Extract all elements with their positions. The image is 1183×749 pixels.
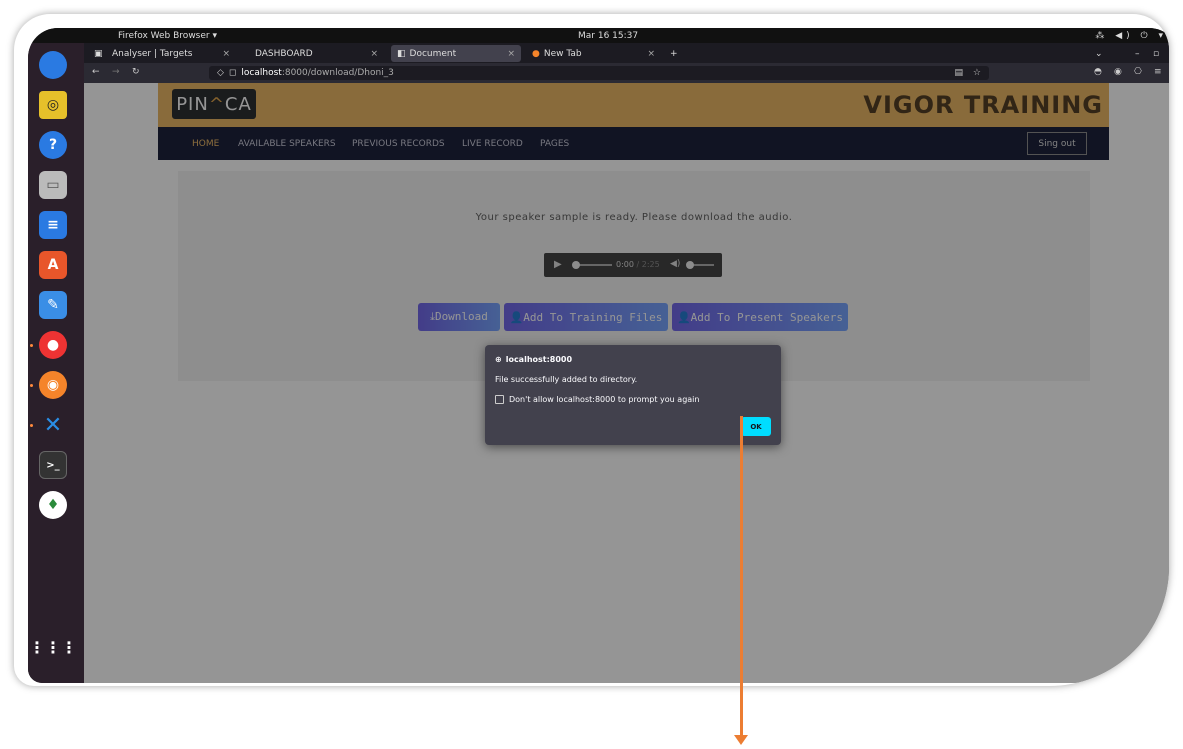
files-icon[interactable]: ▭ — [39, 171, 67, 199]
extensions-icon[interactable]: ⎔ — [1134, 67, 1142, 77]
account-icon[interactable]: ◉ — [1114, 67, 1122, 77]
reader-view-icon[interactable]: ▤ — [954, 68, 963, 78]
prompt-dialog: ⊕ localhost:8000 File successfully added… — [485, 345, 781, 445]
tab-new-tab[interactable]: ● New Tab × — [526, 45, 661, 62]
close-window-icon[interactable]: ✖ — [1166, 45, 1169, 62]
chrome-icon[interactable]: ● — [39, 331, 67, 359]
firefox-tab-icon: ● — [532, 48, 540, 59]
system-tray[interactable]: ⁂ ◀) ⏻ ▾ — [1095, 31, 1167, 41]
mongodb-compass-icon[interactable]: ♦ — [39, 491, 67, 519]
tab-dashboard[interactable]: DASHBOARD × — [249, 45, 384, 62]
globe-icon: ⊕ — [495, 355, 502, 364]
tab-label: Analyser | Targets — [112, 48, 193, 59]
url-path: :8000/download/Dhoni_3 — [281, 68, 394, 78]
ok-button[interactable]: OK — [741, 417, 771, 436]
page-info-icon[interactable]: ◻ — [229, 68, 236, 78]
annotation-arrow-head — [734, 735, 748, 745]
tab-bar: ▣ Analyser | Targets × DASHBOARD × ◧ Doc… — [84, 43, 1169, 63]
terminal-icon[interactable]: >_ — [39, 451, 67, 479]
maximize-icon[interactable]: ▫ — [1147, 45, 1159, 62]
shield-icon: ◇ — [217, 68, 224, 78]
close-tab-icon[interactable]: × — [222, 49, 230, 59]
new-tab-button[interactable]: + — [664, 45, 678, 62]
dialog-message: File successfully added to directory. — [495, 375, 638, 384]
checkbox-label: Don't allow localhost:8000 to prompt you… — [509, 395, 700, 404]
pocket-icon[interactable]: ◓ — [1094, 67, 1102, 77]
address-bar[interactable]: ◇ ◻ localhost :8000/download/Dhoni_3 ▤ ☆ — [209, 66, 989, 80]
close-tab-icon[interactable]: × — [370, 49, 378, 59]
firefox-icon[interactable]: ◉ — [39, 371, 67, 399]
tab-overview-icon[interactable]: ▣ — [88, 45, 103, 62]
screenshot-frame: Firefox Web Browser ▾ Mar 16 15:37 ⁂ ◀) … — [14, 14, 1169, 686]
reload-icon[interactable]: ↻ — [132, 67, 140, 77]
close-tab-icon[interactable]: × — [647, 49, 655, 59]
tab-label: New Tab — [543, 48, 582, 59]
tab-label: Document — [409, 48, 457, 59]
dock: ◎ ? ▭ ≡ A ✎ ● ◉ ✕ >_ ♦ ⋮⋮⋮ — [28, 43, 84, 683]
url-host: localhost — [241, 68, 282, 78]
thunderbird-icon[interactable] — [39, 51, 67, 79]
list-tabs-icon[interactable]: ⌄ — [1089, 45, 1103, 62]
minimize-icon[interactable]: – — [1129, 45, 1140, 62]
help-icon[interactable]: ? — [39, 131, 67, 159]
tab-label: DASHBOARD — [255, 48, 313, 59]
back-icon[interactable]: ← — [92, 67, 100, 77]
vscode-icon[interactable]: ✕ — [39, 411, 67, 439]
show-apps-icon[interactable]: ⋮⋮⋮ — [29, 633, 77, 661]
annotation-arrow-line — [740, 416, 743, 738]
running-indicator — [30, 424, 33, 427]
dialog-origin: localhost:8000 — [505, 355, 573, 364]
clock[interactable]: Mar 16 15:37 — [578, 31, 638, 41]
suppress-prompts-option[interactable]: Don't allow localhost:8000 to prompt you… — [495, 395, 699, 404]
tab-analyser-targets[interactable]: Analyser | Targets × — [106, 45, 236, 62]
tab-document[interactable]: ◧ Document × — [391, 45, 521, 62]
navigation-bar: ← → ↻ ◇ ◻ localhost :8000/download/Dhoni… — [84, 63, 1169, 83]
running-indicator — [30, 344, 33, 347]
menu-icon[interactable]: ≡ — [1154, 67, 1162, 77]
running-indicator — [30, 384, 33, 387]
dialog-title: ⊕ localhost:8000 — [495, 355, 572, 364]
text-editor-icon[interactable]: ✎ — [39, 291, 67, 319]
page-icon: ◧ — [397, 48, 406, 59]
suppress-prompts-checkbox[interactable] — [495, 395, 504, 404]
rhythmbox-icon[interactable]: ◎ — [39, 91, 67, 119]
os-top-bar: Firefox Web Browser ▾ Mar 16 15:37 ⁂ ◀) … — [28, 28, 1169, 43]
writer-icon[interactable]: ≡ — [39, 211, 67, 239]
software-center-icon[interactable]: A — [39, 251, 67, 279]
close-tab-icon[interactable]: × — [507, 49, 515, 59]
bookmark-star-icon[interactable]: ☆ — [973, 68, 981, 78]
desktop-screen: Firefox Web Browser ▾ Mar 16 15:37 ⁂ ◀) … — [28, 28, 1169, 683]
app-menu[interactable]: Firefox Web Browser ▾ — [118, 31, 217, 41]
forward-icon[interactable]: → — [112, 67, 120, 77]
